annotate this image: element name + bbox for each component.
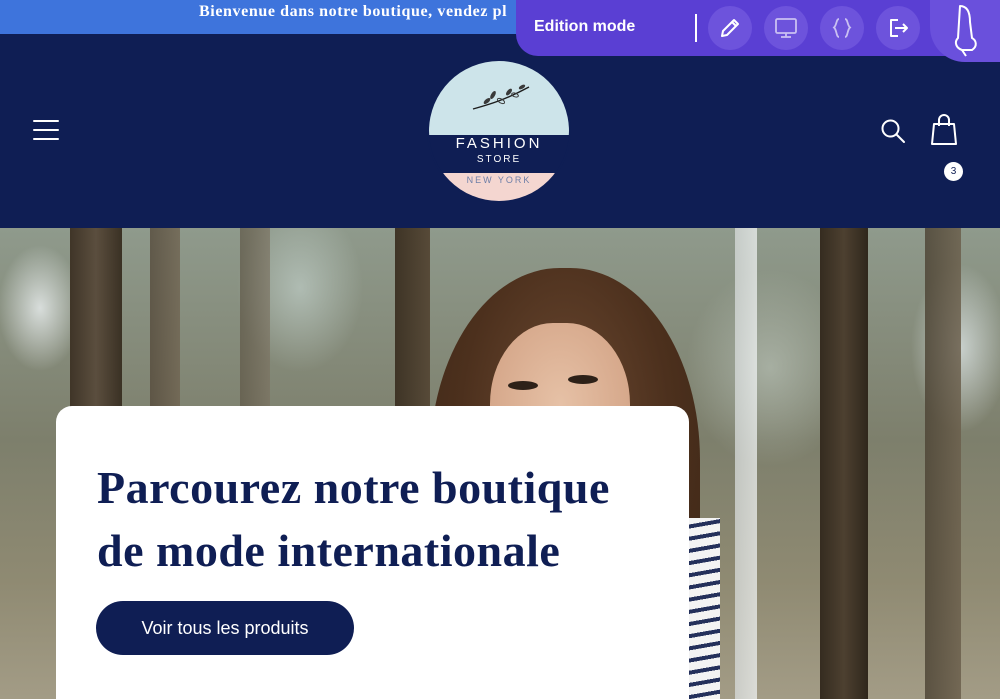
logo-text-city: NEW YORK	[466, 175, 532, 185]
search-button[interactable]	[880, 118, 906, 144]
edition-mode-toolbar: Edition mode	[516, 0, 1000, 62]
search-icon	[881, 119, 905, 143]
tree-trunk	[925, 228, 961, 699]
cart-count-badge: 3	[944, 162, 963, 181]
logout-icon	[890, 19, 908, 37]
menu-icon	[33, 120, 59, 140]
view-all-products-button[interactable]: Voir tous les produits	[96, 601, 354, 655]
branch-icon	[472, 84, 530, 110]
logo-text-store: STORE	[476, 154, 522, 165]
store-logo[interactable]: FASHION STORE NEW YORK	[427, 59, 571, 203]
announcement-text: Bienvenue dans notre boutique, vendez pl	[199, 3, 508, 20]
monitor-icon	[775, 18, 797, 38]
hero-title: Parcourez notre boutique de mode interna…	[97, 462, 610, 576]
hero-card: Parcourez notre boutique de mode interna…	[56, 406, 689, 699]
edition-mode-label: Edition mode	[534, 18, 636, 35]
toolbar-drag-handle[interactable]	[930, 0, 1000, 62]
edit-button[interactable]	[708, 6, 752, 50]
tree-trunk	[820, 228, 868, 699]
logo-text-fashion: FASHION	[455, 135, 543, 152]
tree-trunk	[735, 228, 757, 699]
toolbar-divider	[695, 14, 697, 42]
exit-edition-button[interactable]	[876, 6, 920, 50]
code-braces-icon	[832, 18, 852, 38]
hero-banner: Parcourez notre boutique de mode interna…	[0, 228, 1000, 699]
cart-icon	[931, 114, 957, 145]
menu-button[interactable]	[33, 120, 59, 142]
code-button[interactable]	[820, 6, 864, 50]
drag-handle-icon	[954, 5, 977, 57]
preview-button[interactable]	[764, 6, 808, 50]
cart-button[interactable]	[930, 114, 964, 148]
pencil-icon	[721, 19, 739, 37]
site-header: FASHION STORE NEW YORK 3	[0, 34, 1000, 228]
